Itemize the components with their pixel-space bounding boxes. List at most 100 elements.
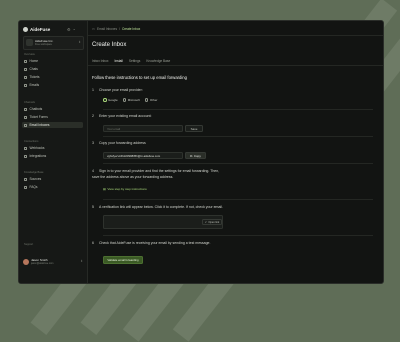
sidebar-item-integrations[interactable]: Integrations: [22, 153, 83, 159]
open-link-label: Open link: [208, 220, 220, 224]
radio-label: Microsoft: [127, 98, 140, 102]
user-menu[interactable]: Jason Smith jason@aidefuse.com ⇕: [23, 257, 83, 269]
radio-other[interactable]: Other: [144, 98, 158, 102]
avatar: [23, 259, 29, 265]
sidebar-item-emails[interactable]: Emails: [22, 82, 83, 88]
step-text: Sign in to your email provider and find …: [92, 169, 220, 179]
sidebar-item-label: Webhooks: [29, 146, 45, 150]
chevron-updown-icon: ⇕: [80, 259, 83, 263]
sidebar-item-webhooks[interactable]: Webhooks: [22, 145, 83, 151]
radio-label: Other: [149, 98, 158, 102]
sidebar-item-sources[interactable]: Sources: [22, 176, 83, 182]
org-switcher[interactable]: AideFuse Inc. Free workspace ⇕: [23, 36, 84, 50]
step-number: 3: [92, 141, 94, 145]
breadcrumb: ▭ Email Inboxes / Create Inbox: [92, 27, 140, 31]
forwarding-address-value: vgbsfyervtr4hd2399835h@in.aidefuse.com: [107, 154, 161, 158]
radio-google[interactable]: Google: [103, 98, 118, 102]
save-button-label: Save: [190, 126, 198, 131]
divider: [103, 109, 373, 110]
chevron-updown-icon: ⇕: [78, 40, 81, 44]
instructions-heading: Follow these instructions to set up emai…: [92, 75, 187, 80]
save-button[interactable]: Save: [185, 125, 203, 132]
sidebar-item-label: Tickets: [29, 75, 40, 79]
step-number: 2: [92, 114, 94, 118]
mail-icon: [24, 83, 27, 87]
step-text: Copy your forwarding address: [99, 141, 146, 145]
provider-radio-group: Google Microsoft Other: [103, 98, 157, 102]
divider: [103, 163, 373, 164]
section-title: Connections: [24, 140, 39, 143]
chat-icon: [24, 67, 27, 71]
radio-label: Google: [108, 98, 118, 102]
divider: [88, 65, 383, 66]
step-3: 3 Copy your forwarding address: [92, 141, 146, 145]
logo-icon: [23, 27, 28, 32]
step-6: 6 Check that AideFuse is receiving your e…: [92, 240, 237, 246]
step-4: 4 Sign in to your email provider and find…: [92, 168, 227, 180]
copy-button-label: Copy: [193, 153, 201, 158]
step-number: 1: [92, 88, 94, 92]
step-number: 5: [92, 205, 94, 209]
step-text: Check that AideFuse is receiving your em…: [99, 241, 211, 245]
app-name: AideFuse: [30, 27, 51, 32]
sidebar-item-email-inboxes[interactable]: Email Inboxes: [22, 122, 83, 128]
step-instructions-link[interactable]: ▤ View step by step instructions: [103, 187, 147, 191]
main-content: ▭ Email Inboxes / Create Inbox Create In…: [88, 21, 383, 283]
section-title: Support: [24, 243, 34, 246]
step-text: Enter your existing email account:: [99, 114, 152, 118]
sidebar-item-tickets[interactable]: Tickets: [22, 74, 83, 80]
org-avatar: [26, 39, 33, 46]
open-link-button[interactable]: ↗ Open link: [202, 219, 222, 225]
sidebar-item-label: Chats: [29, 67, 38, 71]
bot-icon: [24, 107, 27, 111]
breadcrumb-separator: /: [119, 27, 120, 31]
sidebar-item-label: FAQs: [29, 185, 38, 189]
divider: [103, 136, 373, 137]
section-title: Overview: [24, 53, 35, 56]
database-icon: [24, 177, 27, 181]
ticket-icon: [24, 75, 27, 79]
forwarding-address-field[interactable]: vgbsfyervtr4hd2399835h@in.aidefuse.com: [103, 152, 183, 159]
sidebar-item-faqs[interactable]: FAQs: [22, 184, 83, 190]
sidebar-item-label: Home: [29, 59, 39, 63]
radio-unselected-icon: [122, 98, 127, 102]
sidebar-item-chats[interactable]: Chats: [22, 66, 83, 72]
sidebar-item-ticket-forms[interactable]: Ticket Forms: [22, 114, 83, 120]
sidebar-item-label: Email Inboxes: [29, 123, 50, 127]
home-icon: [24, 59, 27, 63]
radio-unselected-icon: [144, 98, 149, 102]
copy-icon: ⧉: [190, 153, 193, 158]
sidebar-item-label: Ticket Forms: [29, 115, 48, 119]
sidebar-item-home[interactable]: Home: [22, 58, 83, 64]
breadcrumb-parent[interactable]: Email Inboxes: [97, 27, 117, 31]
sidebar-item-label: Integrations: [29, 154, 47, 158]
divider: [88, 35, 383, 36]
sidebar: AideFuse ⚙◔ AideFuse Inc. Free workspace…: [19, 21, 88, 283]
validate-forwarding-button[interactable]: Validate email forwarding: [103, 256, 143, 264]
webhook-icon: [24, 146, 27, 150]
breadcrumb-current: Create Inbox: [121, 27, 141, 31]
divider: [103, 235, 373, 236]
email-input[interactable]: Your email: [103, 125, 183, 132]
sidebar-item-label: Sources: [29, 177, 42, 181]
notifications-icon[interactable]: ◔: [73, 27, 77, 32]
link-label: View step by step instructions: [107, 187, 147, 191]
app-window: AideFuse ⚙◔ AideFuse Inc. Free workspace…: [18, 20, 384, 284]
step-text: Choose your email provider:: [99, 88, 143, 92]
step-5: 5 A verification link will appear below. …: [92, 204, 242, 210]
external-link-icon: ↗: [204, 220, 207, 224]
page-title: Create Inbox: [92, 42, 127, 48]
sidebar-item-label: Chatbots: [29, 107, 43, 111]
step-number: 4: [92, 169, 94, 173]
sidebar-item-label: Emails: [29, 83, 40, 87]
copy-button[interactable]: ⧉ Copy: [185, 152, 206, 159]
brand[interactable]: AideFuse: [23, 27, 50, 32]
section-title: Channels: [24, 101, 35, 104]
section-title: Knowledge Base: [24, 171, 44, 174]
inbox-icon: [24, 123, 27, 127]
sidebar-item-chatbots[interactable]: Chatbots: [22, 106, 83, 112]
email-input-placeholder: Your email: [107, 127, 121, 131]
radio-microsoft[interactable]: Microsoft: [122, 98, 140, 102]
divider: [103, 199, 373, 200]
step-number: 6: [92, 241, 94, 245]
